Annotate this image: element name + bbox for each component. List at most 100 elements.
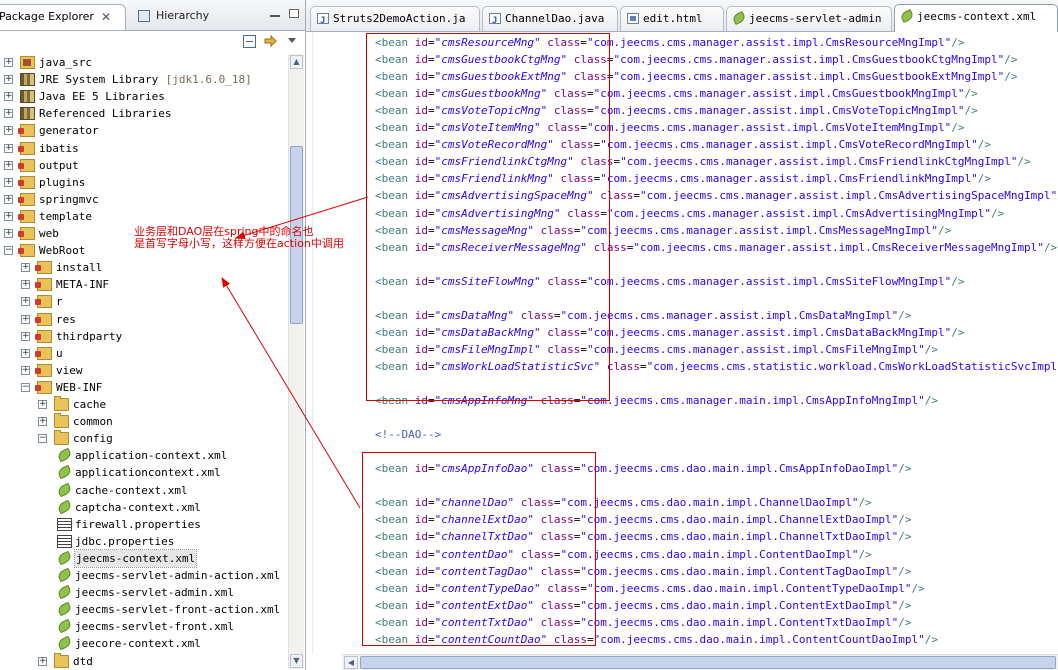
expand-icon[interactable]: + bbox=[21, 280, 30, 290]
horizontal-scrollbar[interactable]: ◀ bbox=[342, 654, 1058, 670]
tree-item-label: WEB-INF bbox=[56, 380, 103, 394]
xml-file-icon bbox=[57, 637, 72, 650]
folder-icon bbox=[54, 413, 69, 429]
tree-item-label: captcha-context.xml bbox=[75, 500, 201, 514]
tree-item-label: META-INF bbox=[56, 278, 109, 292]
bean-class: com.jeecms.cms.manager.assist.impl.CmsDa… bbox=[593, 325, 945, 339]
editor-tab-label: jeecms-servlet-admin bbox=[749, 12, 882, 25]
expand-icon[interactable]: + bbox=[21, 297, 30, 307]
bean-class: com.jeecms.cms.dao.main.impl.ContentDaoI… bbox=[567, 547, 852, 561]
left-tab-bar: Package Explorer ✕ Hierarchy bbox=[0, 0, 305, 31]
tree-item-label: jeecms-context.xml bbox=[73, 548, 198, 568]
expand-icon[interactable]: + bbox=[21, 263, 30, 273]
expand-icon[interactable]: + bbox=[21, 348, 30, 358]
expand-icon[interactable]: + bbox=[4, 92, 13, 102]
editor-tab[interactable]: jeecms-context.xml bbox=[894, 4, 1058, 32]
scroll-up-icon[interactable]: ▲ bbox=[290, 55, 303, 69]
minimize-icon[interactable] bbox=[270, 15, 280, 17]
bean-class: com.jeecms.cms.dao.main.impl.ChannelDaoI… bbox=[567, 496, 852, 510]
tree-item-label: web bbox=[39, 227, 59, 240]
project-folder-icon bbox=[18, 175, 35, 189]
code-line: <!--DAO--> bbox=[375, 426, 441, 443]
expand-icon[interactable]: + bbox=[38, 400, 47, 409]
editor-tab-label: Struts2DemoAction.ja bbox=[333, 12, 466, 25]
annotation-line-2: 是首写字母小写，这样方便在action中调用 bbox=[134, 237, 344, 250]
expand-icon[interactable]: + bbox=[38, 417, 47, 427]
expand-icon[interactable]: + bbox=[21, 331, 30, 341]
expand-icon[interactable]: + bbox=[4, 75, 13, 85]
folder-icon bbox=[54, 430, 69, 446]
editor-tab[interactable]: Struts2DemoAction.ja bbox=[310, 6, 480, 33]
bean-class: com.jeecms.cms.manager.assist.impl.CmsGu… bbox=[620, 53, 998, 67]
hierarchy-icon bbox=[138, 10, 150, 22]
tree-item-label: Referenced Libraries bbox=[39, 107, 172, 121]
expand-icon[interactable]: + bbox=[21, 314, 30, 324]
view-menu-icon[interactable] bbox=[287, 35, 300, 48]
annotation-box-service-beans bbox=[366, 33, 610, 401]
collapse-icon[interactable]: − bbox=[38, 434, 47, 444]
xml-file-icon bbox=[733, 13, 745, 24]
project-folder-icon bbox=[18, 141, 35, 155]
expand-icon[interactable]: + bbox=[4, 58, 13, 67]
tree-item-label: u bbox=[56, 346, 63, 360]
explorer-toolbar bbox=[0, 31, 305, 53]
editor-tab[interactable]: edit.html bbox=[620, 6, 724, 31]
tree-item-label: cache bbox=[73, 398, 107, 411]
tab-package-explorer[interactable]: Package Explorer ✕ bbox=[0, 4, 126, 30]
expand-icon[interactable]: + bbox=[4, 177, 13, 187]
project-folder-icon bbox=[35, 329, 52, 343]
tree-item-sublabel: [jdk1.6.0_18] bbox=[165, 73, 252, 87]
library-icon bbox=[20, 90, 35, 104]
editor-tab[interactable]: ChannelDao.java bbox=[482, 6, 618, 33]
expand-icon[interactable]: + bbox=[4, 160, 13, 170]
close-icon[interactable]: ✕ bbox=[101, 5, 111, 29]
tab-hierarchy[interactable]: Hierarchy bbox=[128, 4, 278, 30]
expand-icon[interactable]: + bbox=[4, 211, 13, 221]
link-with-editor-icon[interactable] bbox=[264, 34, 277, 48]
expand-icon[interactable]: + bbox=[4, 143, 13, 153]
expand-icon[interactable]: + bbox=[4, 229, 13, 238]
tree-item-label: output bbox=[39, 158, 79, 172]
bean-class: com.jeecms.cms.manager.assist.impl.CmsGu… bbox=[600, 87, 958, 101]
library-icon bbox=[20, 107, 35, 121]
xml-file-icon bbox=[57, 569, 72, 582]
scroll-down-icon[interactable]: ▼ bbox=[290, 654, 303, 668]
bean-class: com.jeecms.cms.manager.assist.impl.CmsRe… bbox=[639, 240, 1038, 254]
tree-item-label: WebRoot bbox=[39, 244, 86, 258]
tree-item-label: jeecms-servlet-admin.xml bbox=[75, 586, 234, 600]
expand-icon[interactable]: + bbox=[4, 194, 13, 204]
collapse-icon[interactable]: − bbox=[21, 382, 30, 392]
annotation-note: 业务层和DAO层在spring中的命名也 是首写字母小写，这样方便在action… bbox=[134, 226, 344, 250]
project-tree: + java_src + JRE System Library [jdk1.6.0_18… bbox=[0, 54, 288, 670]
horizontal-scroll-thumb[interactable] bbox=[360, 656, 1056, 669]
tree-item-label: thirdparty bbox=[56, 329, 123, 343]
expand-icon[interactable]: + bbox=[21, 365, 30, 375]
bean-class: com.jeecms.cms.manager.assist.impl.CmsFi… bbox=[593, 342, 919, 356]
scroll-left-icon[interactable]: ◀ bbox=[344, 656, 358, 669]
bean-class: com.jeecms.cms.manager.assist.impl.CmsRe… bbox=[593, 36, 945, 49]
tree-item-label: cache-context.xml bbox=[75, 483, 188, 497]
folder-icon bbox=[54, 396, 69, 411]
tree-item-label: application-context.xml bbox=[75, 449, 228, 463]
project-folder-icon bbox=[18, 227, 35, 240]
expand-icon[interactable]: + bbox=[4, 126, 13, 136]
maximize-icon[interactable] bbox=[289, 9, 299, 18]
tree-item-label: res bbox=[56, 312, 76, 326]
tree-item-label: generator bbox=[39, 124, 99, 138]
xml-file-icon bbox=[57, 501, 72, 514]
tree-item-label: jeecore-context.xml bbox=[75, 637, 201, 651]
collapse-all-icon[interactable] bbox=[243, 35, 256, 48]
editor-tab[interactable]: jeecms-servlet-admin bbox=[726, 6, 892, 31]
tree-item-label: template bbox=[39, 209, 92, 223]
tree-item-label: Java EE 5 Libraries bbox=[39, 90, 165, 104]
tab-package-explorer-label: Package Explorer bbox=[0, 10, 94, 23]
project-folder-icon bbox=[35, 346, 52, 360]
expand-icon[interactable]: + bbox=[4, 109, 13, 119]
vertical-scrollbar[interactable]: ▲ ▼ bbox=[288, 54, 304, 669]
bean-class: com.jeecms.cms.dao.main.impl.ContentType… bbox=[593, 581, 905, 595]
bean-class: com.jeecms.cms.statistic.workload.CmsWor… bbox=[653, 359, 1058, 373]
bean-class: com.jeecms.cms.manager.main.impl.CmsAppI… bbox=[586, 394, 919, 408]
xml-file-icon bbox=[57, 552, 72, 565]
expand-icon[interactable]: + bbox=[38, 656, 47, 666]
collapse-icon[interactable]: − bbox=[4, 246, 13, 256]
